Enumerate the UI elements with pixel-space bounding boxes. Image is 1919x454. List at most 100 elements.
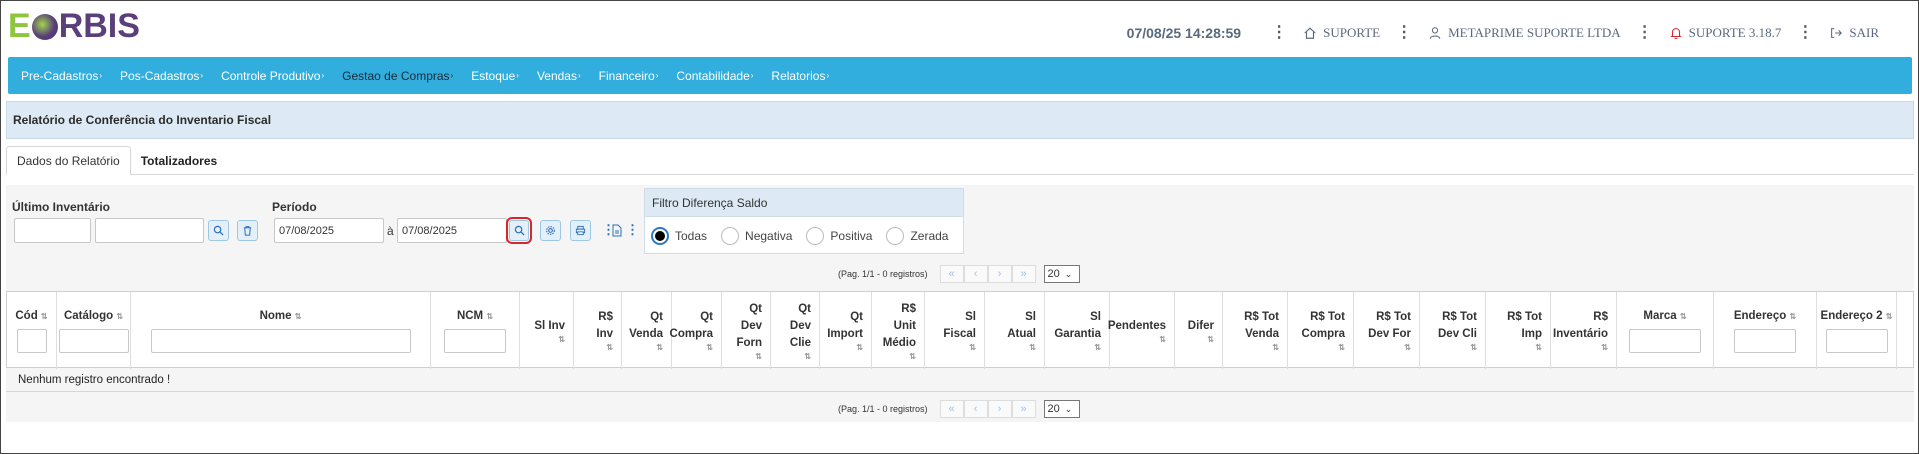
sort-icon[interactable]: ⇅ [1159,335,1174,344]
column-header-qt-venda[interactable]: Qt Venda ⇅ [622,292,672,369]
column-header-endereco[interactable]: Endereço ⇅ [1714,292,1817,369]
column-header-qt-dev-forn[interactable]: Qt Dev Forn ⇅ [722,292,771,369]
eorbis-logo[interactable]: E RBIS [8,6,140,46]
sort-icon[interactable]: ⇅ [116,312,123,321]
column-header-rs-inv[interactable]: R$ Inv ⇅ [574,292,622,369]
column-filter-input-catalogo[interactable] [58,329,129,353]
column-filter-input-ncm[interactable] [444,329,506,353]
company-link[interactable]: METAPRIME SUPORTE LTDA [1428,25,1621,41]
column-filter-input-endereco[interactable] [1734,329,1796,353]
column-header-catalogo[interactable]: Catálogo ⇅ [57,292,131,369]
column-header-rs-unit-medio[interactable]: R$ Unit Médio ⇅ [872,292,925,369]
sort-icon[interactable]: ⇅ [1789,312,1796,321]
column-header-rs-inventario[interactable]: R$ Inventário ⇅ [1551,292,1617,369]
sort-icon[interactable]: ⇅ [755,352,770,361]
sort-icon[interactable]: ⇅ [909,352,924,361]
periodo-start-input[interactable]: 07/08/2025 [274,218,384,243]
sort-icon[interactable]: ⇅ [656,343,671,352]
version-link[interactable]: SUPORTE 3.18.7 [1669,25,1781,41]
first-page-button[interactable]: « [939,400,964,418]
radio-negativa[interactable]: Negativa [721,226,792,245]
menu-item-contabilidade[interactable]: Contabilidade › [676,69,753,83]
sort-icon[interactable]: ⇅ [295,312,302,321]
sort-icon[interactable]: ⇅ [1680,312,1687,321]
column-header-rs-tot-compra[interactable]: R$ Tot Compra ⇅ [1288,292,1354,369]
column-filter-input-nome[interactable] [150,329,411,353]
column-header-sl-fiscal[interactable]: Sl Fiscal ⇅ [925,292,985,369]
sort-icon[interactable]: ⇅ [1535,343,1550,352]
sort-icon[interactable]: ⇅ [486,312,493,321]
ultimo-inventario-code-input[interactable] [14,218,91,243]
support-link[interactable]: SUPORTE [1303,25,1380,41]
sort-icon[interactable]: ⇅ [1029,343,1044,352]
sort-icon[interactable]: ⇅ [1886,312,1893,321]
column-header-sl-atual[interactable]: Sl Atual ⇅ [985,292,1045,369]
last-page-button[interactable]: » [1011,265,1036,283]
column-header-rs-tot-dev-cli[interactable]: R$ Tot Dev Cli ⇅ [1420,292,1486,369]
logout-link[interactable]: SAIR [1829,25,1879,41]
prev-page-button[interactable]: ‹ [963,265,988,283]
menu-item-financeiro[interactable]: Financeiro › [599,69,659,83]
radio-zerada[interactable]: Zerada [886,226,948,245]
column-header-difer[interactable]: Difer ⇅ [1175,292,1223,369]
tab-totalizadores[interactable]: Totalizadores [131,146,227,175]
sort-icon[interactable]: ⇅ [1094,343,1109,352]
sort-icon[interactable]: ⇅ [1272,343,1287,352]
kebab-icon[interactable]: ⋮ [626,222,639,238]
page-size-select[interactable]: 20 ⌄ [1043,265,1080,283]
column-header-qt-compra[interactable]: Qt Compra ⇅ [670,292,722,369]
sort-icon[interactable]: ⇅ [558,335,573,344]
column-header-sl-inv[interactable]: Sl Inv ⇅ [520,292,574,369]
next-page-button[interactable]: › [987,400,1012,418]
column-header-sl-garantia[interactable]: Sl Garantia ⇅ [1045,292,1110,369]
kebab-icon[interactable]: ⋮ [1396,25,1412,41]
next-page-button[interactable]: › [987,265,1012,283]
column-header-rs-tot-dev-for[interactable]: R$ Tot Dev For ⇅ [1354,292,1420,369]
column-header-endereco-2[interactable]: Endereço 2 ⇅ [1817,292,1897,369]
sort-icon[interactable]: ⇅ [1338,343,1353,352]
sort-icon[interactable]: ⇅ [41,312,48,321]
prev-page-button[interactable]: ‹ [963,400,988,418]
sort-icon[interactable]: ⇅ [1601,343,1616,352]
column-header-pendentes[interactable]: Pendentes ⇅ [1108,292,1175,369]
column-filter-input-cod[interactable] [16,329,47,353]
sort-icon[interactable]: ⇅ [1470,343,1485,352]
sort-icon[interactable]: ⇅ [1207,335,1222,344]
menu-item-vendas[interactable]: Vendas › [537,69,581,83]
column-header-qt-dev-clie[interactable]: Qt Dev Clie ⇅ [771,292,820,369]
print-button[interactable] [570,220,591,241]
column-header-ncm[interactable]: NCM ⇅ [431,292,520,369]
export-file-icon[interactable] [612,224,622,237]
radio-todas[interactable]: Todas [651,226,707,245]
ultimo-inventario-desc-input[interactable] [95,218,204,243]
menu-item-controle-produtivo[interactable]: Controle Produtivo › [221,69,324,83]
page-size-select[interactable]: 20 ⌄ [1043,400,1080,418]
radio-positiva[interactable]: Positiva [806,226,872,245]
sort-icon[interactable]: ⇅ [606,343,621,352]
column-header-nome[interactable]: Nome ⇅ [131,292,431,369]
search-inventario-button[interactable] [208,220,229,241]
menu-item-estoque[interactable]: Estoque › [471,69,519,83]
column-header-rs-tot-venda[interactable]: R$ Tot Venda ⇅ [1223,292,1288,369]
column-filter-input-marca[interactable] [1629,329,1701,353]
sort-icon[interactable]: ⇅ [706,343,721,352]
sort-icon[interactable]: ⇅ [856,343,871,352]
settings-button[interactable] [540,220,561,241]
menu-item-pos-cadastros[interactable]: Pos-Cadastros › [120,69,203,83]
kebab-icon[interactable]: ⋮ [1797,25,1813,41]
first-page-button[interactable]: « [939,265,964,283]
column-filter-input-endereco-2[interactable] [1825,329,1888,353]
sort-icon[interactable]: ⇅ [969,343,984,352]
sort-icon[interactable]: ⇅ [804,352,819,361]
clear-inventario-button[interactable] [237,220,258,241]
menu-item-relatorios[interactable]: Relatorios › [771,69,829,83]
menu-item-pre-cadastros[interactable]: Pre-Cadastros › [21,69,102,83]
kebab-icon[interactable]: ⋮ [1271,25,1287,41]
sort-icon[interactable]: ⇅ [1404,343,1419,352]
kebab-icon[interactable]: ⋮ [1637,25,1653,41]
column-header-marca[interactable]: Marca ⇅ [1617,292,1714,369]
column-header-rs-tot-imp[interactable]: R$ Tot Imp ⇅ [1486,292,1551,369]
tab-dados-relatorio[interactable]: Dados do Relatório [6,146,131,175]
periodo-end-input[interactable]: 07/08/2025 [397,218,507,243]
last-page-button[interactable]: » [1011,400,1036,418]
